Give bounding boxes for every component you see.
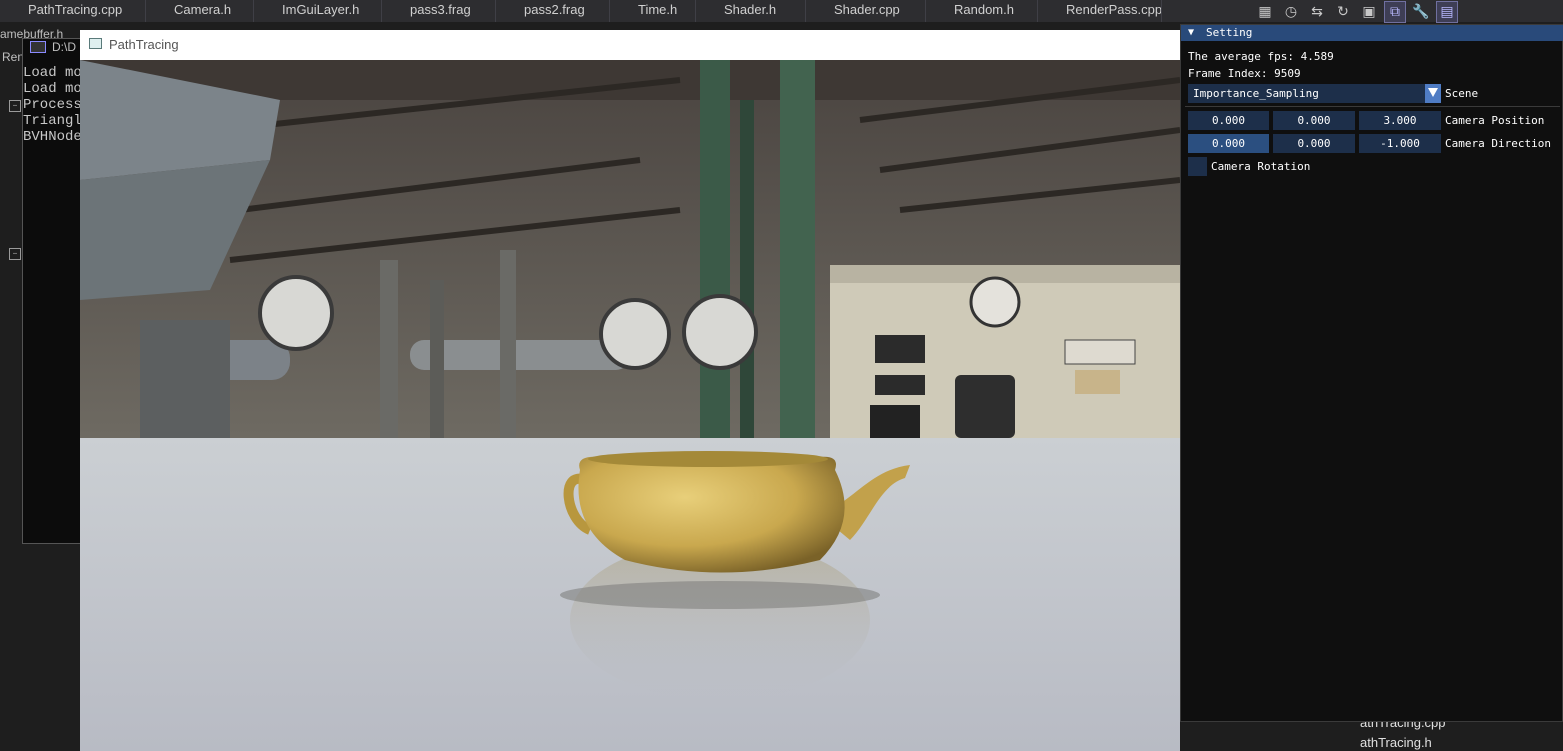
ide-tab[interactable]: Camera.h bbox=[146, 0, 254, 22]
camera-rotation-label: Camera Rotation bbox=[1211, 160, 1311, 173]
preview-icon[interactable]: ▤ bbox=[1436, 1, 1458, 23]
console-line: Process bbox=[23, 97, 82, 113]
fps-text: The average fps: 4.589 bbox=[1188, 50, 1334, 63]
ide-tab[interactable]: pass3.frag bbox=[382, 0, 496, 22]
camera-direction-label: Camera Direction bbox=[1445, 137, 1551, 150]
console-line: Load mo bbox=[23, 65, 82, 81]
camera-position-y-field[interactable]: 0.000 bbox=[1273, 111, 1355, 130]
sync-icon[interactable]: ⇆ bbox=[1307, 2, 1327, 22]
history-icon[interactable]: ◷ bbox=[1281, 2, 1301, 22]
render-viewport[interactable] bbox=[80, 60, 1180, 751]
console-icon bbox=[30, 41, 46, 53]
scene-select[interactable]: Importance_Sampling bbox=[1188, 84, 1441, 103]
collapse-arrow-icon[interactable]: ▼ bbox=[1188, 27, 1194, 38]
fold-toggle-icon[interactable]: – bbox=[9, 248, 21, 260]
app-window-icon bbox=[89, 38, 102, 49]
console-line: BVHNode bbox=[23, 129, 82, 145]
separator bbox=[1185, 106, 1560, 107]
solution-file-item[interactable]: athTracing.h bbox=[1360, 735, 1432, 750]
frame-index-text: Frame Index: 9509 bbox=[1188, 67, 1301, 80]
ide-tab[interactable]: ImGuiLayer.h bbox=[254, 0, 382, 22]
camera-direction-z-field[interactable]: -1.000 bbox=[1359, 134, 1441, 153]
ide-tab[interactable]: Random.h bbox=[926, 0, 1038, 22]
window-title: PathTracing bbox=[109, 37, 179, 52]
camera-position-z-field[interactable]: 3.000 bbox=[1359, 111, 1441, 130]
show-all-files-icon[interactable]: ⧉ bbox=[1384, 1, 1406, 23]
properties-wrench-icon[interactable]: 🔧 bbox=[1411, 2, 1431, 22]
console-line: Triangl bbox=[23, 113, 82, 129]
settings-panel-header[interactable]: ▼ Setting bbox=[1181, 25, 1563, 41]
ide-toolbar: ▦ ◷ ⇆ ↻ ▣ ⧉ 🔧 ▤ bbox=[1245, 0, 1563, 24]
ide-left-label: Ren bbox=[2, 50, 25, 64]
camera-direction-x-field[interactable]: 0.000 bbox=[1188, 134, 1269, 153]
fold-toggle-icon[interactable]: – bbox=[9, 100, 21, 112]
camera-direction-y-field[interactable]: 0.000 bbox=[1273, 134, 1355, 153]
ide-tab[interactable]: Shader.h bbox=[696, 0, 806, 22]
window-titlebar[interactable]: PathTracing bbox=[80, 30, 1180, 60]
chevron-down-icon bbox=[1428, 88, 1438, 97]
settings-panel-title: Setting bbox=[1206, 26, 1253, 39]
collapse-all-icon[interactable]: ▣ bbox=[1359, 2, 1379, 22]
settings-panel: ▼ Setting The average fps: 4.589 Frame I… bbox=[1180, 24, 1563, 722]
ide-tab[interactable]: PathTracing.cpp bbox=[0, 0, 146, 22]
console-line: Load mo bbox=[23, 81, 82, 97]
camera-position-x-field[interactable]: 0.000 bbox=[1188, 111, 1269, 130]
pathtracing-window: PathTracing bbox=[80, 30, 1180, 751]
ide-tab[interactable]: pass2.frag bbox=[496, 0, 610, 22]
camera-position-label: Camera Position bbox=[1445, 114, 1545, 127]
scene-label: Scene bbox=[1445, 87, 1479, 100]
ide-tab[interactable]: RenderPass.cpp bbox=[1038, 0, 1162, 22]
console-title: D:\D bbox=[52, 40, 76, 54]
ide-tab[interactable]: Shader.cpp bbox=[806, 0, 926, 22]
refresh-icon[interactable]: ↻ bbox=[1333, 2, 1353, 22]
scene-dropdown-button[interactable] bbox=[1425, 84, 1441, 103]
ide-tab[interactable]: Time.h bbox=[610, 0, 696, 22]
vs-solution-icon[interactable]: ▦ bbox=[1255, 2, 1275, 22]
rendered-scene-image bbox=[80, 60, 1180, 751]
camera-rotation-checkbox[interactable] bbox=[1188, 157, 1207, 176]
scene-select-value: Importance_Sampling bbox=[1193, 87, 1319, 100]
